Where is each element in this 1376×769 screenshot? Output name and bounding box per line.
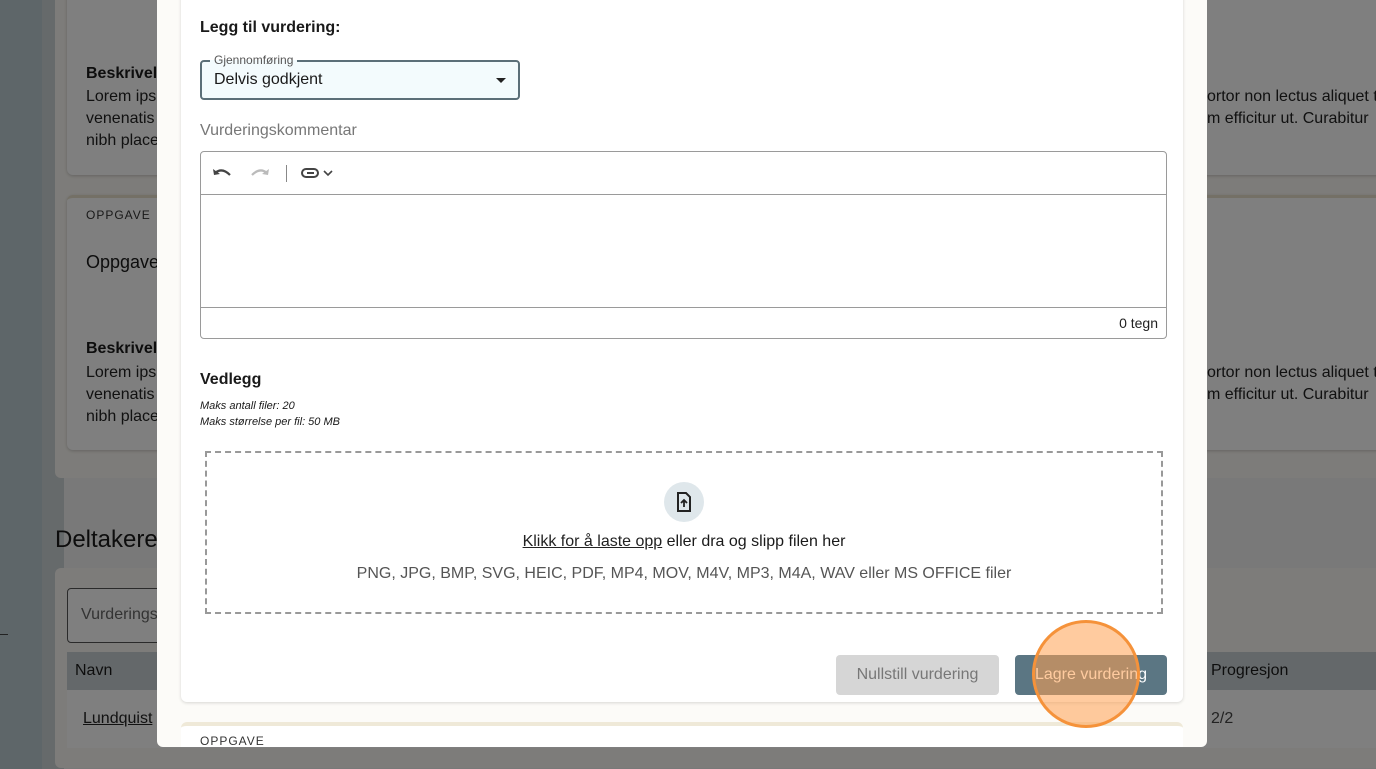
- editor-toolbar: [201, 152, 1166, 195]
- upload-instructions: Klikk for å laste opp eller dra og slipp…: [207, 533, 1161, 551]
- select-label: Gjennomføring: [210, 53, 298, 67]
- upload-file-icon: [664, 482, 704, 522]
- comment-label: Vurderingskommentar: [200, 122, 357, 139]
- link-dropdown-icon[interactable]: [300, 165, 336, 181]
- reset-assessment-button[interactable]: Nullstill vurdering: [836, 655, 999, 695]
- accepted-formats: PNG, JPG, BMP, SVG, HEIC, PDF, MP4, MOV,…: [356, 565, 1012, 582]
- upload-hint: eller dra og slipp filen her: [662, 533, 846, 550]
- attachments-title: Vedlegg: [200, 371, 262, 388]
- select-value: Delvis godkjent: [214, 71, 323, 88]
- undo-icon[interactable]: [211, 165, 233, 181]
- max-files: Maks antall filer: 20: [200, 400, 295, 412]
- completion-select[interactable]: Gjennomføring Delvis godkjent: [200, 53, 520, 100]
- max-size: Maks størrelse per fil: 50 MB: [200, 416, 340, 428]
- assessment-form: Legg til vurdering: Gjennomføring Delvis…: [181, 0, 1183, 702]
- next-task-card: OPPGAVE: [181, 722, 1183, 747]
- task-label: OPPGAVE: [200, 734, 265, 747]
- form-heading: Legg til vurdering:: [200, 19, 341, 36]
- redo-icon[interactable]: [249, 165, 271, 181]
- comment-textarea[interactable]: [201, 195, 1166, 307]
- file-dropzone[interactable]: Klikk for å laste opp eller dra og slipp…: [205, 451, 1163, 614]
- toolbar-divider: [286, 165, 287, 182]
- upload-link[interactable]: Klikk for å laste opp: [523, 533, 663, 550]
- char-count: 0 tegn: [201, 307, 1166, 338]
- click-indicator: [1032, 620, 1140, 728]
- caret-down-icon: [496, 78, 506, 83]
- comment-editor: 0 tegn: [200, 151, 1167, 339]
